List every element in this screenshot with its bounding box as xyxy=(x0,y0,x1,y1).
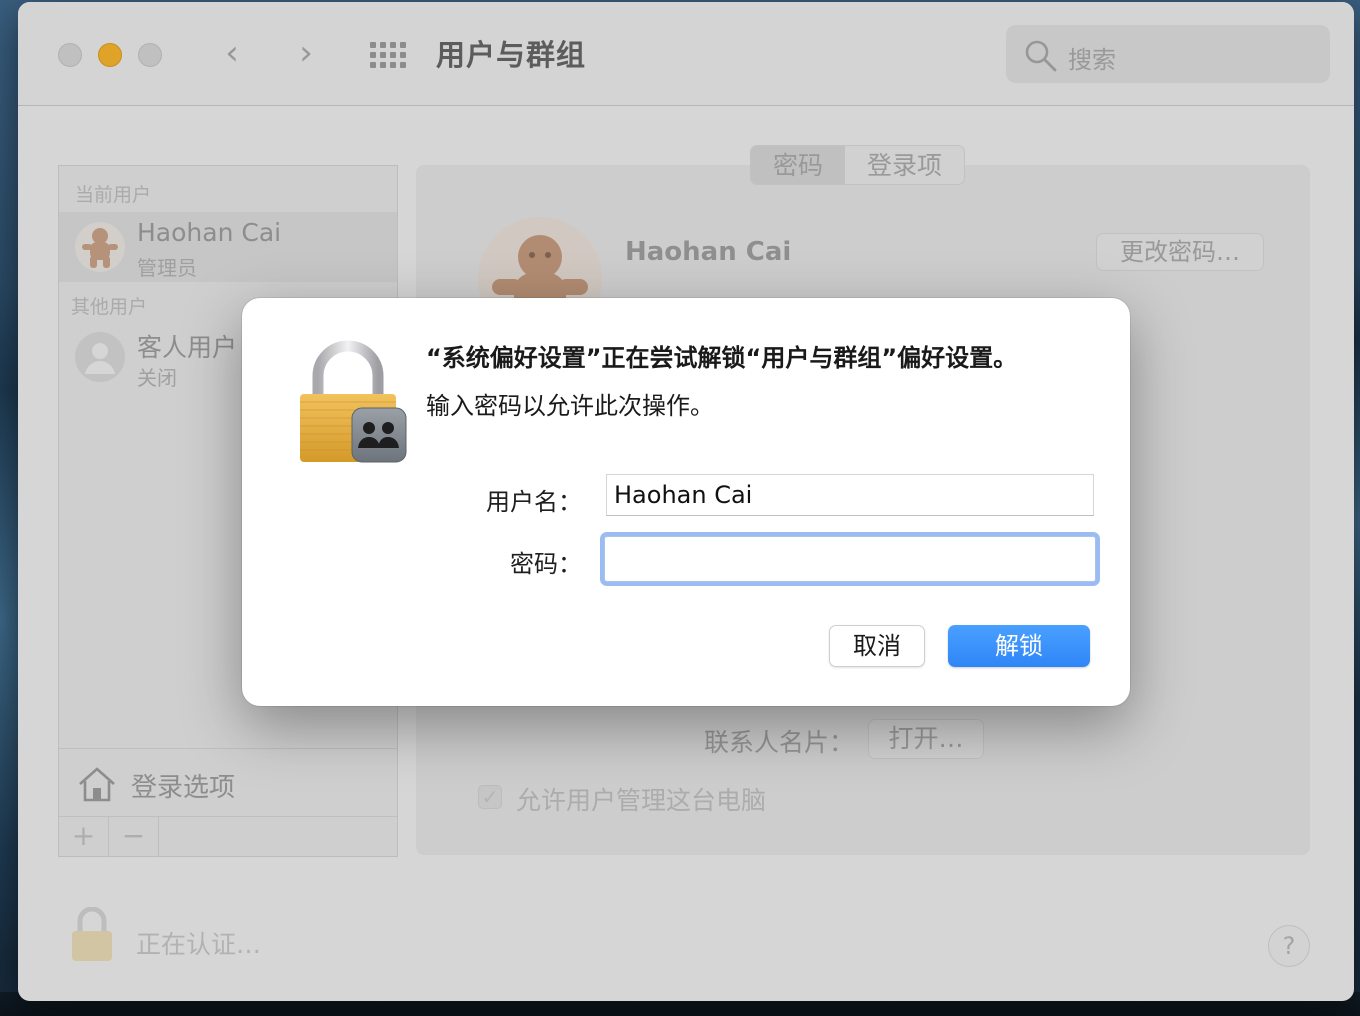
search-field[interactable]: 搜索 xyxy=(1006,25,1330,83)
user-avatar xyxy=(75,222,125,272)
contact-card-label: 联系人名片： xyxy=(704,728,855,757)
padlock-users-icon xyxy=(300,340,407,463)
guest-user-name: 客人用户 xyxy=(137,333,238,362)
password-label: 密码： xyxy=(510,550,582,578)
gingerbread-icon xyxy=(82,228,118,268)
auth-status: 正在认证… xyxy=(68,906,261,967)
title-bar: ‹ › 用户与群组 搜索 xyxy=(18,2,1354,106)
current-user-name: Haohan Cai xyxy=(137,218,282,247)
tab-login-items[interactable]: 登录项 xyxy=(845,146,964,184)
tab-password[interactable]: 密码 xyxy=(751,146,846,184)
current-users-header: 当前用户 xyxy=(75,184,152,206)
house-icon xyxy=(79,767,115,802)
current-user-role: 管理员 xyxy=(137,256,197,280)
search-icon xyxy=(1025,40,1057,72)
pane-user-name: Haohan Cai xyxy=(625,237,792,267)
allow-admin-label: 允许用户管理这台电脑 xyxy=(516,786,767,815)
password-field[interactable] xyxy=(604,536,1096,582)
unlock-button[interactable]: 解锁 xyxy=(948,625,1090,667)
add-user-button[interactable]: + xyxy=(59,817,109,857)
dialog-title: “系统偏好设置”正在尝试解锁“用户与群组”偏好设置。 xyxy=(426,344,1018,372)
change-password-button[interactable]: 更改密码… xyxy=(1096,233,1264,271)
dialog-message: 输入密码以允许此次操作。 xyxy=(426,392,714,420)
window-title: 用户与群组 xyxy=(436,38,587,72)
auth-status-text: 正在认证… xyxy=(136,930,262,959)
guest-avatar-icon xyxy=(75,332,125,382)
show-all-grid-icon[interactable] xyxy=(370,42,406,68)
remove-user-button[interactable]: − xyxy=(109,817,159,857)
lock-icon[interactable] xyxy=(68,906,116,963)
back-button[interactable]: ‹ xyxy=(214,36,250,74)
guest-user-status: 关闭 xyxy=(137,366,177,390)
login-options-label: 登录选项 xyxy=(131,773,236,803)
user-list-toolbar: + − xyxy=(59,816,397,857)
zoom-window-button[interactable] xyxy=(138,43,162,67)
search-placeholder: 搜索 xyxy=(1068,46,1116,74)
user-row-current[interactable]: Haohan Cai 管理员 xyxy=(59,212,397,282)
minimize-window-button[interactable] xyxy=(98,43,122,67)
username-field[interactable] xyxy=(606,474,1094,516)
close-window-button[interactable] xyxy=(58,43,82,67)
allow-admin-checkbox[interactable]: ✓ xyxy=(478,785,502,809)
username-label: 用户名： xyxy=(486,488,582,516)
login-options-item[interactable]: 登录选项 xyxy=(59,748,397,816)
other-users-header: 其他用户 xyxy=(71,296,148,318)
help-button[interactable]: ? xyxy=(1268,925,1310,967)
open-contact-card-button[interactable]: 打开… xyxy=(868,719,984,759)
unlock-dialog: “系统偏好设置”正在尝试解锁“用户与群组”偏好设置。 输入密码以允许此次操作。 … xyxy=(242,298,1130,706)
cancel-button[interactable]: 取消 xyxy=(829,625,925,667)
forward-button[interactable]: › xyxy=(288,36,324,74)
pane-tabs: 密码 登录项 xyxy=(750,145,966,185)
